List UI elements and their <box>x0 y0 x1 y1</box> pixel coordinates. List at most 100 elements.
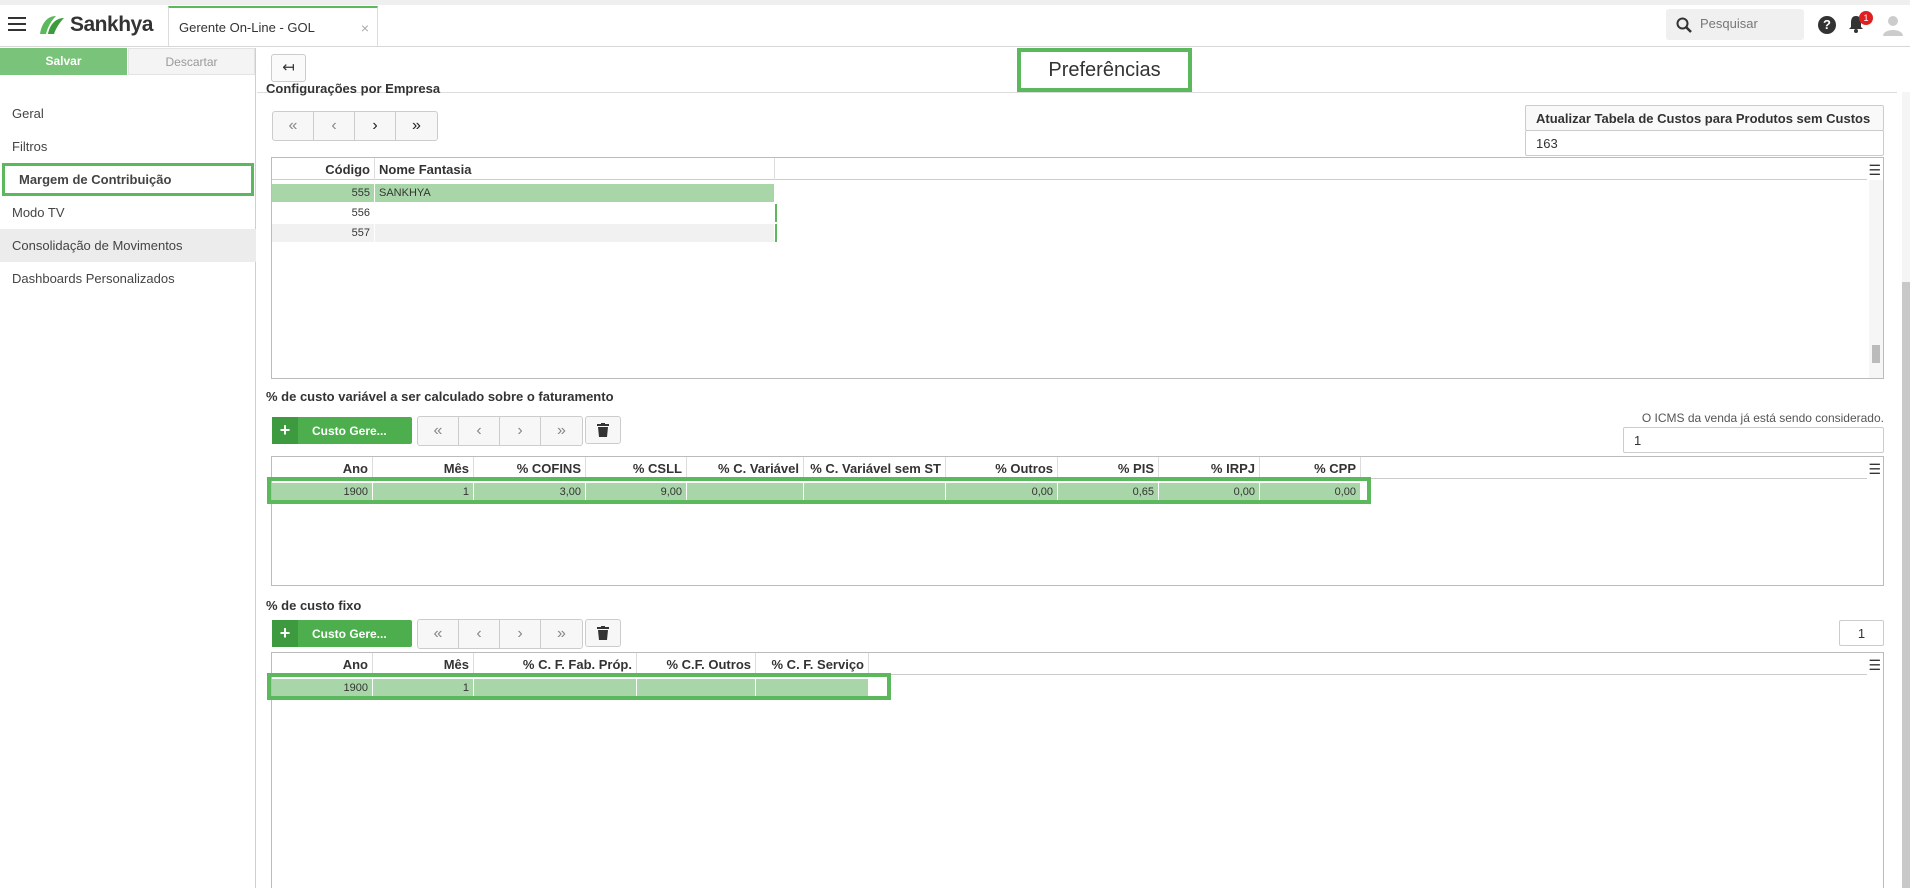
next-page-icon[interactable]: › <box>500 620 541 648</box>
prev-page-icon[interactable]: ‹ <box>459 620 500 648</box>
section-title-empresa: Configurações por Empresa <box>266 81 441 96</box>
col-mes[interactable]: Mês <box>373 457 474 479</box>
plus-icon: + <box>272 417 298 444</box>
search-input[interactable]: Pesquisar <box>1666 9 1804 40</box>
back-button[interactable]: ↤ <box>271 54 306 82</box>
main-content: ↤ Preferências Configurações por Empresa… <box>257 48 1910 888</box>
pager-custo-variavel: « ‹ › » <box>417 416 583 446</box>
col-outros[interactable]: % Outros <box>946 457 1058 479</box>
col-cf-fab-prop[interactable]: % C. F. Fab. Próp. <box>474 653 637 675</box>
avatar[interactable] <box>1882 14 1904 36</box>
col-pis[interactable]: % PIS <box>1058 457 1159 479</box>
col-ano[interactable]: Ano <box>272 457 373 479</box>
icms-input[interactable]: 1 <box>1623 427 1884 453</box>
last-page-icon[interactable]: » <box>541 417 582 445</box>
top-strip <box>0 0 1910 5</box>
pager-empresa: « ‹ › » <box>272 111 438 141</box>
table-row[interactable]: 557 <box>272 224 777 242</box>
next-page-icon[interactable]: › <box>500 417 541 445</box>
custo-fixo-grid-header: Ano Mês % C. F. Fab. Próp. % C.F. Outros… <box>272 653 1867 675</box>
discard-button[interactable]: Descartar <box>128 48 255 75</box>
grid-scrollbar-thumb[interactable] <box>1872 345 1880 363</box>
grid-menu-icon[interactable]: ☰ <box>1868 657 1881 674</box>
col-cf-servico[interactable]: % C. F. Serviço <box>756 653 869 675</box>
sidebar-item-dashboards[interactable]: Dashboards Personalizados <box>0 262 256 295</box>
delete-button[interactable] <box>585 416 621 444</box>
section-title-custo-variavel: % de custo variável a ser calculado sobr… <box>266 389 614 404</box>
brand-logo[interactable]: Sankhya <box>38 13 153 37</box>
prev-page-icon[interactable]: ‹ <box>314 112 355 140</box>
sidebar-item-modo-tv[interactable]: Modo TV <box>0 196 256 229</box>
cell-nome <box>375 224 775 242</box>
custo-variavel-grid: Ano Mês % COFINS % CSLL % C. Variável % … <box>271 456 1884 586</box>
left-panel: Salvar Descartar Geral Filtros Margem de… <box>0 48 256 888</box>
search-placeholder: Pesquisar <box>1700 16 1758 31</box>
sidebar-item-filtros[interactable]: Filtros <box>0 130 256 163</box>
highlight-row-fixo <box>267 673 891 700</box>
help-icon[interactable]: ? <box>1818 16 1836 34</box>
icms-label: O ICMS da venda já está sendo considerad… <box>1641 411 1884 425</box>
table-row[interactable]: 555 SANKHYA <box>272 184 775 202</box>
add-custo-fixo-button[interactable]: + Custo Gere... <box>272 620 412 647</box>
update-costs-label: Atualizar Tabela de Custos para Produtos… <box>1525 105 1884 131</box>
col-irpj[interactable]: % IRPJ <box>1159 457 1260 479</box>
last-page-icon[interactable]: » <box>541 620 582 648</box>
col-c-variavel[interactable]: % C. Variável <box>687 457 804 479</box>
button-label: Custo Gere... <box>312 626 387 641</box>
custo-fixo-input[interactable]: 1 <box>1839 620 1884 646</box>
cell-nome <box>375 204 775 222</box>
col-csll[interactable]: % CSLL <box>586 457 687 479</box>
first-page-icon[interactable]: « <box>418 620 459 648</box>
tab-gerente-online[interactable]: Gerente On-Line - GOL × <box>168 6 378 46</box>
col-nome-fantasia[interactable]: Nome Fantasia <box>375 158 775 180</box>
col-ano[interactable]: Ano <box>272 653 373 675</box>
cell-codigo: 557 <box>272 224 375 242</box>
scrollbar-thumb[interactable] <box>1902 282 1910 888</box>
trash-icon <box>597 626 609 640</box>
pager-custo-fixo: « ‹ › » <box>417 619 583 649</box>
table-row[interactable]: 556 <box>272 204 777 222</box>
col-cpp[interactable]: % CPP <box>1260 457 1361 479</box>
plus-icon: + <box>272 620 298 647</box>
button-label: Custo Gere... <box>312 423 387 438</box>
page-title: Preferências <box>1017 48 1192 92</box>
top-bar: Sankhya Gerente On-Line - GOL × Pesquisa… <box>0 0 1910 47</box>
first-page-icon[interactable]: « <box>418 417 459 445</box>
col-cofins[interactable]: % COFINS <box>474 457 586 479</box>
update-costs-input[interactable]: 163 <box>1525 130 1884 156</box>
sidebar-item-geral[interactable]: Geral <box>0 97 256 130</box>
add-custo-variavel-button[interactable]: + Custo Gere... <box>272 417 412 444</box>
cell-codigo: 556 <box>272 204 375 222</box>
tab-label: Gerente On-Line - GOL <box>179 20 315 35</box>
first-page-icon[interactable]: « <box>273 112 314 140</box>
grid-menu-icon[interactable]: ☰ <box>1868 461 1881 478</box>
empresa-grid: Código Nome Fantasia ☰ 555 SANKHYA 556 5… <box>271 157 1884 379</box>
sidebar-item-consolidacao[interactable]: Consolidação de Movimentos <box>0 229 256 262</box>
notification-badge: 1 <box>1859 11 1873 25</box>
sidebar-nav: Geral Filtros Margem de Contribuição Mod… <box>0 97 256 295</box>
empresa-grid-header: Código Nome Fantasia <box>272 158 1867 180</box>
grid-menu-icon[interactable]: ☰ <box>1868 162 1881 179</box>
sidebar-item-margem-contribuicao[interactable]: Margem de Contribuição <box>2 163 254 196</box>
highlight-row-variavel <box>267 477 1371 504</box>
col-codigo[interactable]: Código <box>272 158 375 180</box>
menu-icon[interactable] <box>8 17 26 31</box>
section-title-custo-fixo: % de custo fixo <box>266 598 362 613</box>
last-page-icon[interactable]: » <box>396 112 437 140</box>
col-mes[interactable]: Mês <box>373 653 474 675</box>
save-button[interactable]: Salvar <box>0 48 127 75</box>
cell-nome: SANKHYA <box>375 184 775 202</box>
col-c-variavel-sem-st[interactable]: % C. Variável sem ST <box>804 457 946 479</box>
delete-button[interactable] <box>585 619 621 647</box>
brand-name: Sankhya <box>70 13 153 36</box>
col-cf-outros[interactable]: % C.F. Outros <box>637 653 756 675</box>
page-scrollbar[interactable] <box>1902 92 1910 888</box>
search-icon <box>1676 17 1692 33</box>
close-icon[interactable]: × <box>361 20 369 36</box>
trash-icon <box>597 423 609 437</box>
next-page-icon[interactable]: › <box>355 112 396 140</box>
header-divider <box>257 92 1897 93</box>
prev-page-icon[interactable]: ‹ <box>459 417 500 445</box>
grid-scrollbar[interactable] <box>1869 180 1883 378</box>
custo-variavel-grid-header: Ano Mês % COFINS % CSLL % C. Variável % … <box>272 457 1867 479</box>
